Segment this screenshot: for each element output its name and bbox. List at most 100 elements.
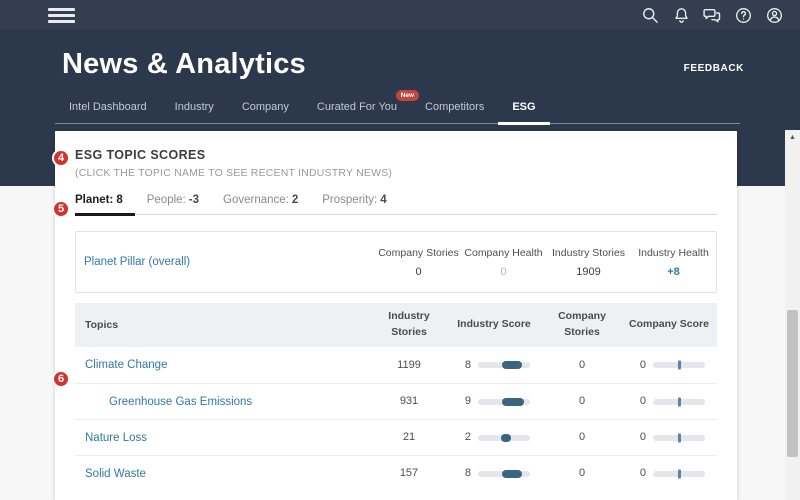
- overview-metric: Company Health 0: [461, 247, 546, 278]
- vertical-scrollbar[interactable]: ▲: [785, 130, 800, 500]
- topic-link[interactable]: Greenhouse Gas Emissions: [109, 396, 252, 408]
- table-header-row: Topics Industry Stories Industry Score C…: [75, 303, 717, 347]
- industry-score-bar: [478, 362, 530, 368]
- company-score-value: 0: [633, 393, 646, 410]
- company-stories-value: 0: [543, 393, 621, 410]
- pillar-tab-label: Planet:: [75, 194, 113, 206]
- chat-icon[interactable]: [702, 5, 722, 25]
- step-badge-5: 5: [52, 200, 70, 218]
- step-badge-6: 6: [52, 370, 70, 388]
- pillar-overview-title[interactable]: Planet Pillar (overall): [84, 256, 376, 268]
- header-tab-esg[interactable]: ESG: [498, 97, 549, 125]
- topics-table: Topics Industry Stories Industry Score C…: [75, 303, 717, 491]
- pillar-tab-score: 2: [292, 194, 298, 206]
- pillar-tab-governance[interactable]: Governance:2: [211, 194, 310, 214]
- pillar-tab-label: Prosperity:: [322, 194, 377, 206]
- help-icon[interactable]: [733, 5, 753, 25]
- industry-stories-value: 931: [373, 393, 445, 410]
- header-tab-label: ESG: [512, 101, 535, 113]
- table-row: Greenhouse Gas Emissions 931 9 0 0: [75, 383, 717, 419]
- column-header-industry-stories: Industry Stories: [373, 309, 445, 341]
- pillar-overview-card: Planet Pillar (overall) Company Stories …: [75, 231, 717, 293]
- header-tab-label: Company: [242, 101, 289, 113]
- company-score-cell: 0: [633, 465, 705, 482]
- overview-metric-label: Industry Health: [631, 247, 716, 259]
- topic-link[interactable]: Nature Loss: [85, 432, 147, 444]
- score-marker: [501, 434, 511, 442]
- column-header-company-stories: Company Stories: [543, 309, 621, 341]
- column-header-industry-score: Industry Score: [445, 317, 543, 333]
- topbar-icon-group: [640, 0, 784, 30]
- esg-topic-scores-panel: ESG TOPIC SCORES (CLICK THE TOPIC NAME T…: [55, 131, 737, 500]
- industry-score-value: 2: [458, 429, 471, 446]
- topic-link[interactable]: Climate Change: [85, 359, 167, 371]
- score-marker: [678, 469, 681, 478]
- overview-metric: Industry Stories 1909: [546, 247, 631, 278]
- search-icon[interactable]: [640, 5, 660, 25]
- notifications-bell-icon[interactable]: [671, 5, 691, 25]
- column-header-topics: Topics: [75, 319, 373, 332]
- industry-score-cell: 8: [458, 357, 530, 374]
- overview-metric-value: 0: [461, 266, 546, 278]
- header-tab-curated-for-you[interactable]: Curated For You New: [303, 97, 411, 123]
- industry-stories-value: 1199: [373, 357, 445, 374]
- overview-metric: Company Stories 0: [376, 247, 461, 278]
- industry-score-value: 9: [458, 393, 471, 410]
- company-stories-value: 0: [543, 357, 621, 374]
- company-score-cell: 0: [633, 429, 705, 446]
- profile-icon[interactable]: [764, 5, 784, 25]
- step-badge-4: 4: [52, 149, 70, 167]
- overview-metric-value: 1909: [546, 266, 631, 278]
- industry-score-cell: 8: [458, 465, 530, 482]
- pillar-tab-prosperity[interactable]: Prosperity:4: [310, 194, 398, 214]
- industry-score-value: 8: [458, 357, 471, 374]
- score-marker: [502, 361, 522, 369]
- feedback-link[interactable]: FEEDBACK: [684, 63, 744, 74]
- table-row: Solid Waste 157 8 0 0: [75, 455, 717, 491]
- industry-score-bar: [478, 399, 530, 405]
- header-tab-competitors[interactable]: Competitors: [411, 97, 498, 123]
- pillar-tab-people[interactable]: People:-3: [135, 194, 211, 214]
- top-navigation-bar: [0, 0, 800, 30]
- hamburger-menu-icon[interactable]: [48, 5, 75, 26]
- header-tab-industry[interactable]: Industry: [161, 97, 228, 123]
- company-score-value: 0: [633, 465, 646, 482]
- overview-metric-value: +8: [631, 266, 716, 278]
- header-tab-label: Intel Dashboard: [69, 101, 147, 113]
- score-marker: [678, 397, 681, 406]
- industry-stories-value: 157: [373, 465, 445, 482]
- scrollbar-up-arrow[interactable]: ▲: [785, 130, 800, 144]
- pillar-tab-score: -3: [189, 194, 199, 206]
- table-body: Climate Change 1199 8 0 0: [75, 347, 717, 491]
- pillar-tab-score: 8: [116, 194, 122, 206]
- overview-metric-label: Industry Stories: [546, 247, 631, 259]
- industry-score-value: 8: [458, 465, 471, 482]
- pillar-tab-score: 4: [380, 194, 386, 206]
- page-title: News & Analytics: [62, 48, 306, 81]
- pillar-overview-metrics: Company Stories 0 Company Health 0 Indus…: [376, 247, 716, 278]
- industry-score-cell: 9: [458, 393, 530, 410]
- scrollbar-thumb[interactable]: [787, 310, 798, 457]
- company-score-value: 0: [633, 429, 646, 446]
- score-marker: [678, 361, 681, 370]
- app-window: News & Analytics FEEDBACK Intel Dashboar…: [0, 0, 800, 500]
- overview-metric-label: Company Health: [461, 247, 546, 259]
- company-score-bar: [653, 362, 705, 368]
- pillar-tab-bar: Planet:8 People:-3 Governance:2 Prosperi…: [75, 194, 717, 215]
- pillar-tab-label: Governance:: [223, 194, 289, 206]
- pillar-tab-label: People:: [147, 194, 186, 206]
- company-score-cell: 0: [633, 393, 705, 410]
- column-header-company-score: Company Score: [621, 317, 717, 333]
- score-marker: [502, 398, 524, 406]
- score-marker: [502, 470, 522, 478]
- overview-metric: Industry Health +8: [631, 247, 716, 278]
- topic-link[interactable]: Solid Waste: [85, 468, 146, 480]
- section-heading: ESG TOPIC SCORES: [75, 148, 717, 162]
- pillar-tab-planet[interactable]: Planet:8: [75, 194, 135, 216]
- overview-metric-label: Company Stories: [376, 247, 461, 259]
- company-score-bar: [653, 399, 705, 405]
- header-tab-intel-dashboard[interactable]: Intel Dashboard: [55, 97, 161, 123]
- header-tab-company[interactable]: Company: [228, 97, 303, 123]
- industry-score-bar: [478, 435, 530, 441]
- header-tab-label: Curated For You: [317, 101, 397, 113]
